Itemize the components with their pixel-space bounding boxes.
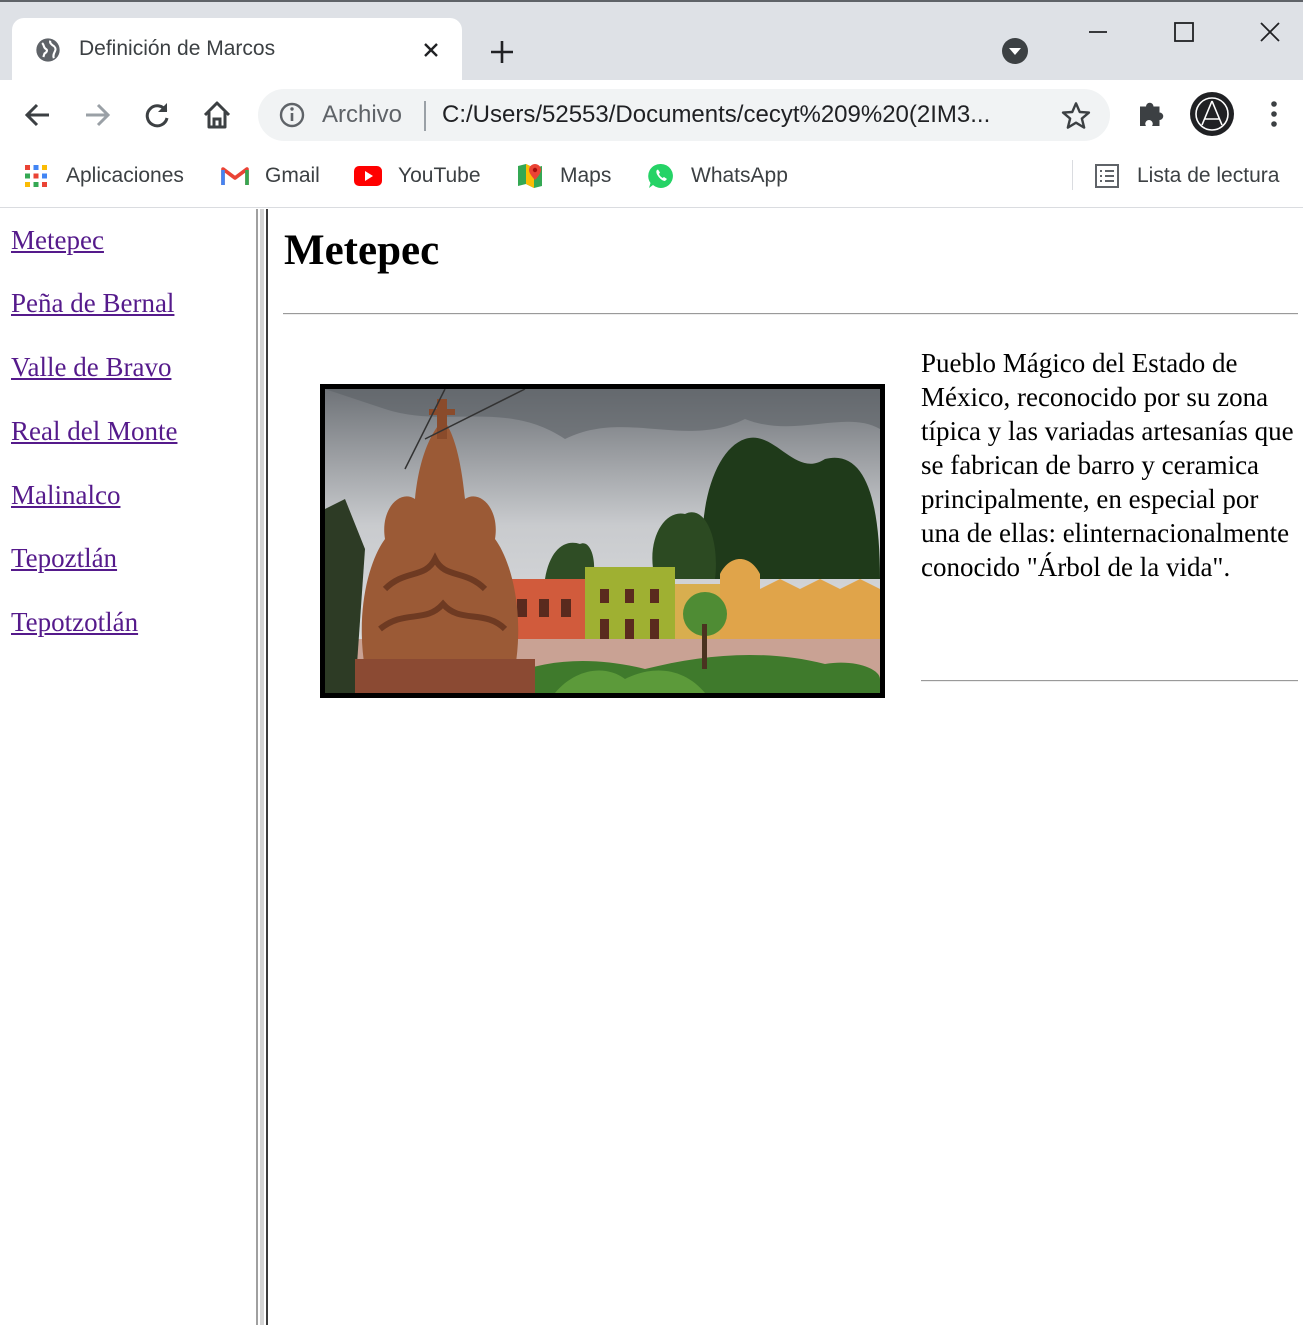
profile-avatar[interactable] — [1190, 92, 1234, 136]
bookmark-label: WhatsApp — [691, 164, 788, 187]
reading-list-label: Lista de lectura — [1137, 164, 1280, 187]
browser-toolbar: Archivo C:/Users/52553/Documents/cecyt%2… — [0, 80, 1303, 150]
description-text: Pueblo Mágico del Estado de México, reco… — [921, 348, 1294, 582]
globe-icon — [36, 38, 60, 62]
browser-tab[interactable]: Definición de Marcos — [12, 18, 462, 82]
bookmark-label: YouTube — [398, 164, 481, 187]
bookmark-gmail[interactable]: Gmail — [221, 160, 320, 192]
reading-list-icon — [1093, 162, 1121, 190]
page-title: Metepec — [284, 227, 440, 274]
nav-link-valle-de-bravo[interactable]: Valle de Bravo — [11, 352, 171, 383]
nav-frame: Metepec Peña de Bernal Valle de Bravo Re… — [0, 209, 256, 1325]
tab-close-button[interactable] — [416, 35, 446, 65]
description-divider — [921, 680, 1298, 682]
whatsapp-icon — [647, 162, 675, 190]
title-divider — [283, 313, 1298, 315]
nav-link-metepec[interactable]: Metepec — [11, 225, 104, 256]
maximize-icon — [1174, 22, 1194, 42]
bookmark-label: Gmail — [265, 164, 320, 187]
nav-link-tepoztlan[interactable]: Tepoztlán — [11, 543, 117, 574]
bookmark-label: Aplicaciones — [66, 164, 184, 187]
url-separator — [424, 101, 426, 131]
youtube-icon — [354, 162, 382, 190]
reading-list-button[interactable]: Lista de lectura — [1093, 160, 1279, 192]
nav-link-malinalco[interactable]: Malinalco — [11, 480, 120, 511]
apps-grid-icon — [22, 162, 50, 190]
home-icon — [203, 101, 231, 129]
content-frame: Metepec Pueblo Mágico del Estado de Méxi… — [268, 209, 1303, 1325]
minimize-button[interactable] — [1076, 12, 1120, 52]
gmail-icon — [221, 162, 249, 190]
info-icon[interactable] — [278, 101, 306, 129]
reload-button[interactable] — [137, 95, 177, 135]
maps-icon — [516, 162, 544, 190]
plus-icon — [491, 41, 513, 63]
new-tab-button[interactable] — [484, 34, 520, 70]
metepec-photo — [320, 384, 885, 698]
puzzle-icon[interactable] — [1134, 96, 1170, 132]
nav-link-tepotzotlan[interactable]: Tepotzotlán — [11, 607, 138, 638]
nav-link-pena-de-bernal[interactable]: Peña de Bernal — [11, 288, 174, 319]
kebab-menu-icon[interactable] — [1256, 96, 1292, 132]
address-bar[interactable]: Archivo C:/Users/52553/Documents/cecyt%2… — [258, 89, 1110, 141]
url-scheme-label: Archivo — [322, 101, 403, 128]
close-icon — [1260, 22, 1280, 42]
bookmark-youtube[interactable]: YouTube — [354, 160, 481, 192]
arrow-right-icon — [86, 103, 111, 127]
forward-button[interactable] — [77, 95, 117, 135]
bookmarks-bar: Aplicaciones Gmail YouTube Maps WhatsApp… — [0, 150, 1303, 208]
reload-icon — [145, 103, 169, 128]
tab-strip: Definición de Marcos — [0, 0, 1303, 82]
arrow-left-icon — [24, 103, 49, 127]
minimize-icon — [1089, 31, 1107, 33]
maximize-button[interactable] — [1162, 12, 1206, 52]
bookmark-aplicaciones[interactable]: Aplicaciones — [22, 160, 184, 192]
avatar-icon — [1195, 97, 1229, 131]
bookmark-whatsapp[interactable]: WhatsApp — [647, 160, 788, 192]
close-icon — [424, 43, 438, 57]
home-button[interactable] — [197, 95, 237, 135]
tab-search-icon[interactable] — [1000, 36, 1030, 66]
bookmarks-divider — [1072, 160, 1073, 190]
nav-link-real-del-monte[interactable]: Real del Monte — [11, 416, 177, 447]
tab-title: Definición de Marcos — [79, 37, 276, 60]
url-text[interactable]: C:/Users/52553/Documents/cecyt%209%20(2I… — [442, 101, 1042, 129]
star-icon[interactable] — [1060, 100, 1092, 132]
back-button[interactable] — [18, 95, 58, 135]
close-window-button[interactable] — [1248, 12, 1292, 52]
bookmark-maps[interactable]: Maps — [516, 160, 611, 192]
bookmark-label: Maps — [560, 164, 612, 187]
frame-resize-border[interactable] — [256, 209, 268, 1325]
